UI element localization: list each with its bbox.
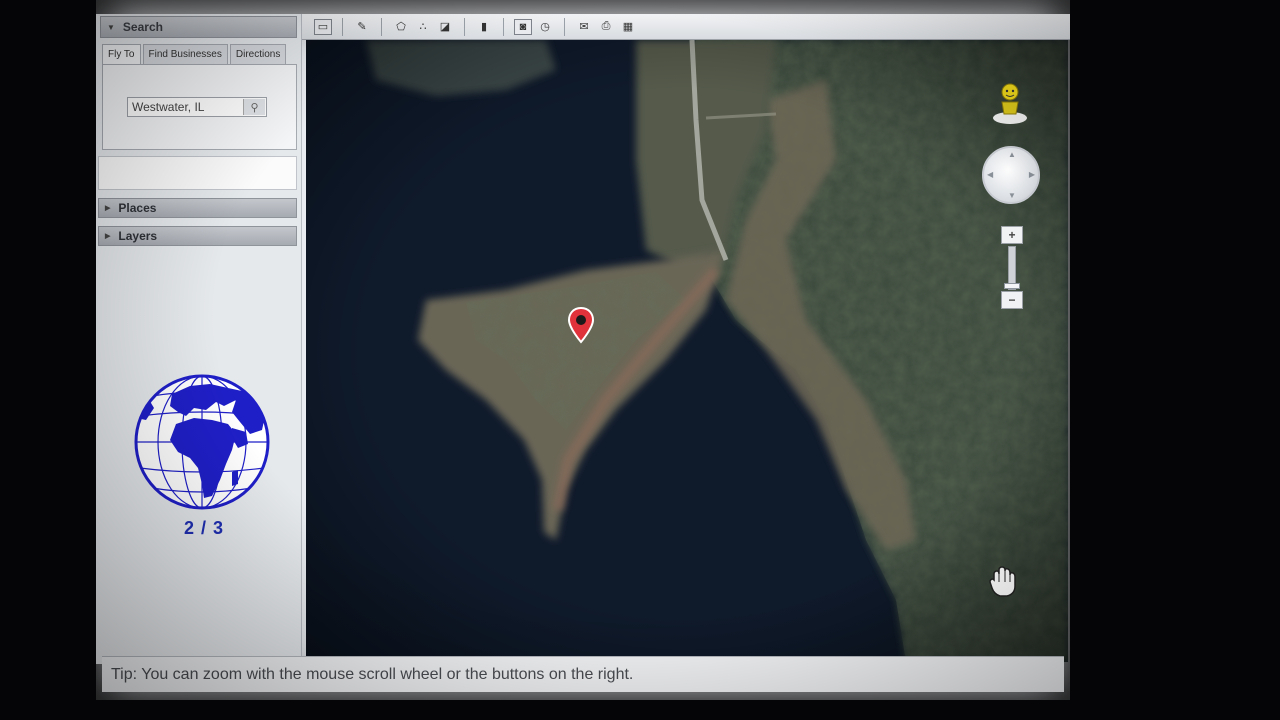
pan-right-arrow-icon[interactable]: ▶	[1029, 170, 1035, 179]
tab-directions[interactable]: Directions	[229, 44, 287, 64]
zoom-in-button[interactable]: +	[1001, 226, 1023, 244]
polygon-icon[interactable]: ⬠	[392, 19, 410, 35]
search-tabs: Fly To Find Businesses Directions	[102, 44, 297, 64]
pan-up-arrow-icon[interactable]: ▲	[1008, 150, 1016, 159]
record-tour-icon[interactable]: ◙	[514, 18, 532, 35]
historical-imagery-icon[interactable]: ◷	[536, 19, 554, 35]
left-panel: ▼ Search Fly To Find Businesses Directio…	[96, 14, 302, 664]
view-in-maps-icon[interactable]: ▦	[619, 19, 637, 35]
satellite-map-view[interactable]	[306, 40, 1068, 662]
toolbar-separator	[464, 17, 465, 36]
red-placemark-icon[interactable]	[566, 306, 596, 346]
places-title: Places	[118, 201, 157, 215]
sidebar-toggle-icon[interactable]: ▭	[314, 18, 332, 35]
pan-down-arrow-icon[interactable]: ▼	[1008, 191, 1016, 200]
fly-to-input-value: Westwater, IL	[132, 100, 205, 114]
email-icon[interactable]: ✉	[575, 19, 593, 35]
overlay-icon[interactable]: ◪	[436, 19, 454, 35]
tab-fly-to[interactable]: Fly To	[102, 44, 141, 64]
hand-cursor-icon	[988, 566, 1018, 598]
tab-find-businesses[interactable]: Find Businesses	[142, 44, 228, 64]
toolbar-separator	[342, 17, 343, 36]
street-view-pegman-icon[interactable]	[990, 80, 1030, 126]
fly-to-input[interactable]: Westwater, IL ⚲	[127, 97, 267, 117]
layers-panel-header[interactable]: ▶ Layers	[98, 226, 297, 246]
pan-left-arrow-icon[interactable]: ◀	[987, 170, 993, 179]
app-window: ▼ Search Fly To Find Businesses Directio…	[96, 0, 1070, 700]
search-panel-header[interactable]: ▼ Search	[100, 16, 297, 38]
path-icon[interactable]: ∴	[414, 19, 432, 35]
status-tip-text: Tip: You can zoom with the mouse scroll …	[111, 665, 634, 683]
print-icon[interactable]: ⎙	[597, 19, 615, 35]
layers-title: Layers	[118, 229, 158, 243]
fly-to-pane: Westwater, IL ⚲	[102, 64, 297, 150]
toolbar-separator	[503, 17, 504, 36]
slide-counter: 2 / 3	[183, 518, 225, 538]
map-toolbar: ▭ ✎ ⬠ ∴ ◪ ▮ ◙ ◷ ✉ ⎙ ▦	[302, 14, 1070, 40]
placemark-icon[interactable]: ✎	[353, 19, 371, 35]
places-panel-header[interactable]: ▶ Places	[98, 198, 297, 218]
navigation-ring[interactable]: ▲ ▼ ◀ ▶	[982, 146, 1040, 204]
zoom-slider[interactable]	[1004, 246, 1020, 290]
zoom-slider-thumb[interactable]	[1004, 283, 1020, 289]
search-results-area	[98, 156, 297, 190]
globe-icon	[132, 372, 272, 512]
collapse-triangle-icon[interactable]: ▼	[107, 23, 115, 32]
toolbar-separator	[381, 17, 382, 36]
expand-triangle-icon[interactable]: ▶	[105, 204, 110, 212]
status-bar: Tip: You can zoom with the mouse scroll …	[102, 656, 1064, 692]
expand-triangle-icon[interactable]: ▶	[105, 232, 110, 240]
ruler-icon[interactable]: ▮	[475, 19, 493, 35]
search-panel-title: Search	[122, 20, 163, 34]
magnifier-icon: ⚲	[250, 101, 259, 114]
zoom-out-button[interactable]: −	[1001, 291, 1023, 309]
search-button[interactable]: ⚲	[243, 99, 265, 115]
toolbar-separator	[564, 17, 565, 36]
